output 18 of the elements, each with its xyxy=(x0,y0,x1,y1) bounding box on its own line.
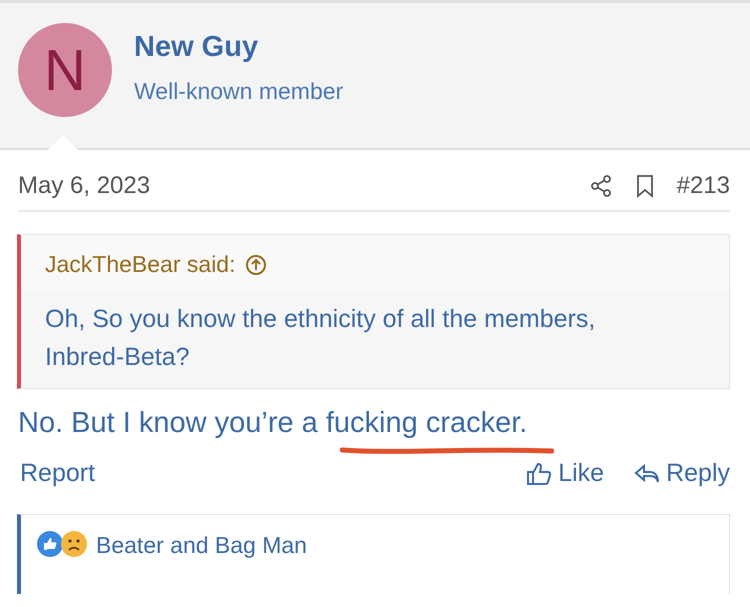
like-reaction-icon[interactable] xyxy=(36,530,64,558)
sad-face-icon[interactable] xyxy=(60,530,88,558)
post-date[interactable]: May 6, 2023 xyxy=(18,172,150,200)
quote-author[interactable]: JackTheBear said: xyxy=(45,251,236,278)
quote-text: Oh, So you know the ethnicity of all the members, Inbred-Beta? xyxy=(45,305,596,371)
post-number[interactable]: #213 xyxy=(676,172,730,200)
avatar[interactable]: N xyxy=(18,23,112,117)
reply-button[interactable]: Reply xyxy=(634,459,730,488)
thumbs-up-icon xyxy=(526,462,552,486)
username[interactable]: New Guy xyxy=(134,31,344,64)
user-title: Well-known member xyxy=(134,78,344,105)
bookmark-icon[interactable] xyxy=(634,174,655,198)
report-link[interactable]: Report xyxy=(20,459,96,488)
share-icon[interactable] xyxy=(588,174,613,198)
reaction-users[interactable]: Beater and Bag Man xyxy=(96,530,307,559)
message-text: No. But I know you’re a fucking cracker. xyxy=(18,407,528,439)
reply-arrow-icon xyxy=(634,462,660,484)
like-button[interactable]: Like xyxy=(526,459,604,488)
